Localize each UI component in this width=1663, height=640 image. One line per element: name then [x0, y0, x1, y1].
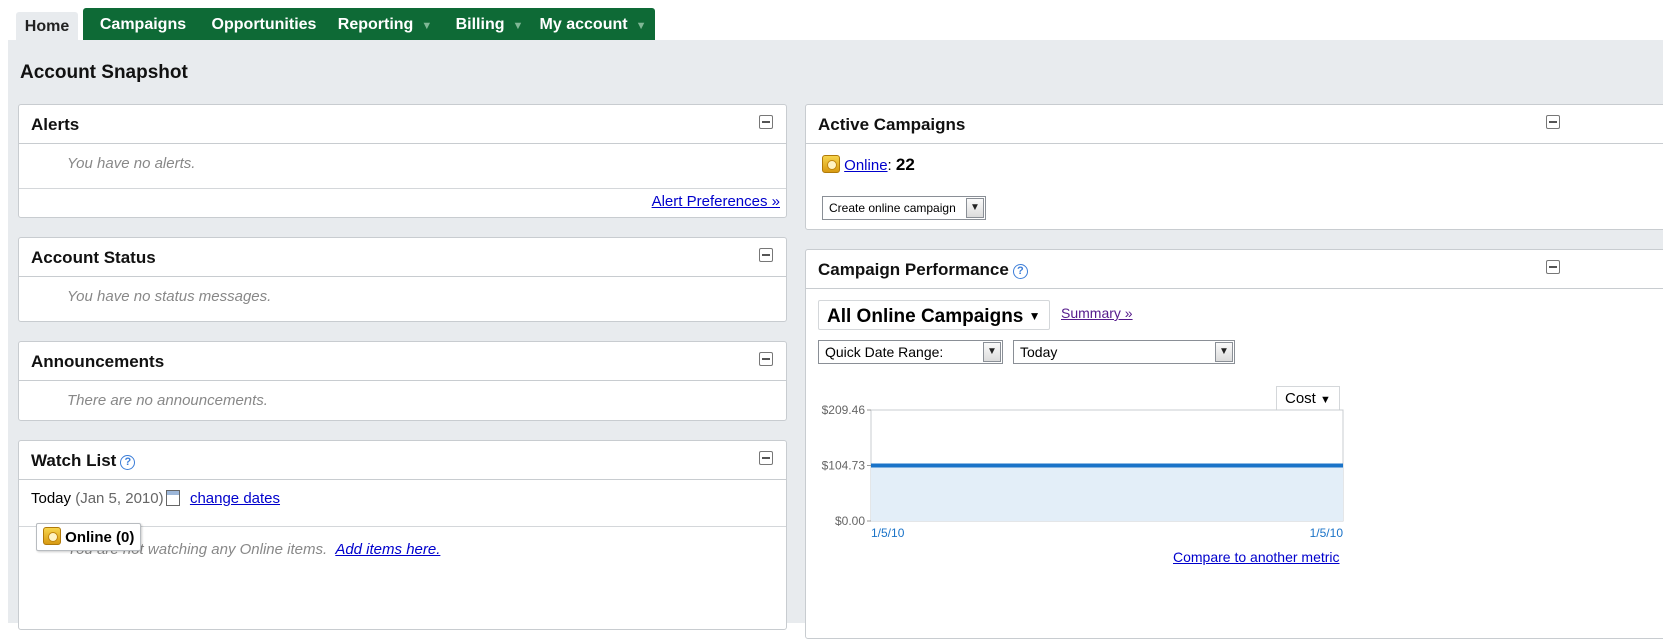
panel-header: Announcements [19, 342, 786, 381]
tab-reporting[interactable]: Reporting ▼ [322, 8, 448, 42]
online-campaigns-link[interactable]: Online [844, 157, 887, 174]
chevron-down-icon: ▼ [512, 20, 524, 32]
chart-area-fill [871, 465, 1343, 521]
online-badge-label: Online (0) [65, 529, 135, 546]
watch-list-title: Watch List [31, 451, 117, 470]
panel-title: Active Campaigns [818, 115, 966, 134]
select-value: Create online campaign [829, 201, 956, 215]
panel-header: Watch List? [19, 441, 786, 480]
today-label: Today [31, 490, 72, 507]
date-text: (Jan 5, 2010) [75, 490, 164, 507]
online-watch-tab[interactable]: Online (0) [36, 523, 142, 551]
compare-metric-link[interactable]: Compare to another metric [1173, 549, 1340, 565]
divider [19, 188, 786, 189]
online-campaigns-row: Online: 22 [822, 155, 915, 175]
add-items-link[interactable]: Add items here. [335, 541, 440, 558]
y-tick-label: $209.46 [822, 403, 866, 417]
active-campaign-count: 22 [895, 155, 915, 174]
announcements-panel: Announcements There are no announcements… [18, 341, 787, 421]
active-campaigns-panel: Active Campaigns Online: 22 Create onlin… [805, 104, 1663, 230]
panel-title: Announcements [31, 352, 165, 371]
minimize-icon[interactable] [759, 115, 773, 129]
panel-header: Alerts [19, 105, 786, 144]
watch-list-date-row: Today (Jan 5, 2010) change dates [31, 490, 280, 507]
separator-text: : [887, 157, 892, 174]
chevron-down-icon: ▼ [966, 198, 984, 218]
tab-campaigns[interactable]: Campaigns [83, 8, 203, 42]
panel-header: Active Campaigns [806, 105, 1663, 144]
chevron-down-icon: ▼ [635, 20, 647, 32]
online-campaign-icon [822, 155, 840, 173]
account-status-message: You have no status messages. [67, 288, 272, 305]
alerts-panel: Alerts You have no alerts. Alert Prefere… [18, 104, 787, 218]
announcements-message: There are no announcements. [67, 392, 268, 409]
create-campaign-select[interactable]: Create online campaign ▼ [822, 196, 986, 220]
alert-preferences-link[interactable]: Alert Preferences » [652, 193, 780, 210]
panel-title: Watch List? [31, 451, 136, 471]
minimize-icon[interactable] [1546, 115, 1560, 129]
chevron-down-icon: ▼ [421, 20, 433, 32]
x-tick-label: 1/5/10 [871, 526, 905, 540]
minimize-icon[interactable] [759, 248, 773, 262]
minimize-icon[interactable] [759, 451, 773, 465]
change-dates-link[interactable]: change dates [190, 490, 280, 507]
alerts-message: You have no alerts. [67, 155, 196, 172]
panel-title: Account Status [31, 248, 156, 267]
page-title: Account Snapshot [20, 62, 188, 83]
minimize-icon[interactable] [759, 352, 773, 366]
tab-my-account[interactable]: My account ▼ [531, 8, 655, 42]
x-tick-label: 1/5/10 [1310, 526, 1344, 540]
watch-list-panel: Watch List? Today (Jan 5, 2010) change d… [18, 440, 787, 630]
y-tick-label: $104.73 [822, 459, 866, 473]
performance-chart: $0.00 $104.73 $209.46 1/5/10 1/5/10 [822, 403, 1344, 540]
panel-title: Alerts [31, 115, 80, 134]
help-icon[interactable]: ? [120, 455, 136, 470]
campaign-performance-panel: Campaign Performance? All Online Campaig… [805, 249, 1663, 639]
online-campaign-icon [43, 527, 61, 545]
panel-header: Account Status [19, 238, 786, 277]
account-status-panel: Account Status You have no status messag… [18, 237, 787, 322]
tab-billing[interactable]: Billing ▼ [438, 8, 541, 42]
y-tick-label: $0.00 [835, 514, 865, 528]
calendar-icon[interactable] [165, 490, 180, 506]
tab-opportunities[interactable]: Opportunities [194, 8, 334, 42]
